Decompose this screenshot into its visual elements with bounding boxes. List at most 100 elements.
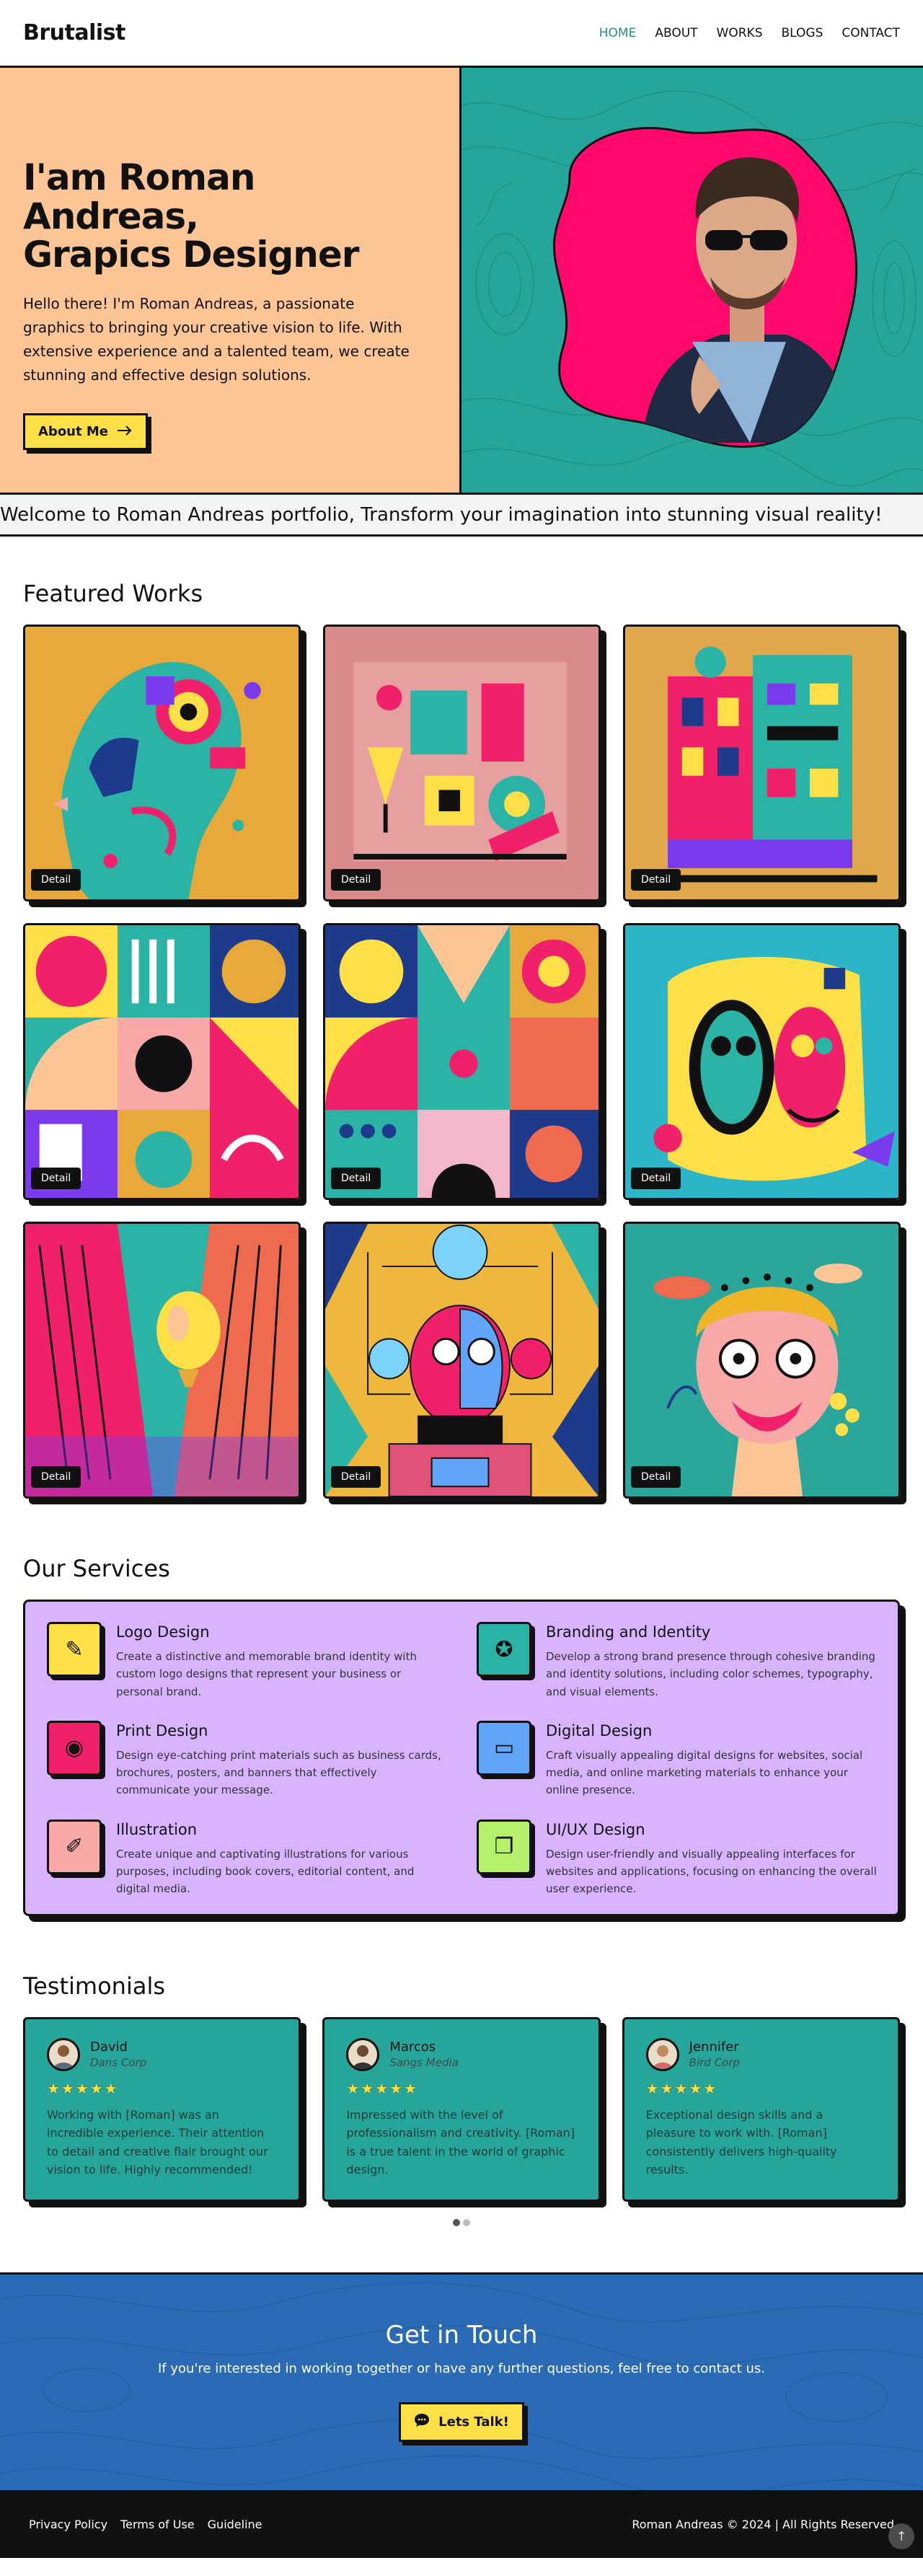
work-card[interactable]: Detail [623, 625, 901, 901]
abstract-face-cyan-image [625, 925, 898, 1198]
site-logo[interactable]: Brutalist [23, 20, 125, 45]
services-title: Our Services [23, 1555, 170, 1582]
service-desc: Design user-friendly and visually appeal… [546, 1847, 877, 1896]
testimonials-section: Testimonials David Dans Corp ★★★★★ Workin… [0, 1972, 923, 2227]
testimonial-name: David [90, 2039, 128, 2055]
carousel-dot-active[interactable] [453, 2219, 460, 2227]
nav-link-contact[interactable]: CONTACT [842, 26, 900, 40]
service-desc: Create unique and captivating illustrati… [116, 1847, 415, 1896]
nav-link-works[interactable]: WORKS [717, 26, 763, 40]
services-section: Our Services ✎ Logo Design Create a disti… [0, 1555, 923, 1916]
work-card[interactable]: Detail [23, 625, 301, 901]
testimonials-carousel[interactable]: David Dans Corp ★★★★★ Working with [Roman… [23, 2016, 900, 2202]
detail-button[interactable]: Detail [331, 1466, 381, 1488]
man-with-glasses-illustration-image [625, 1224, 898, 1496]
city-towers-balloon-image [25, 1224, 299, 1496]
pink-geometric-pattern-image [25, 925, 299, 1198]
hero-title: I'am Roman Andreas, Grapics Designer [23, 156, 359, 275]
footer-links: Privacy Policy Terms of Use Guideline [29, 2518, 262, 2531]
services-list: ✎ Logo Design Create a distinctive and me… [23, 1600, 900, 1916]
contact-text: If you're interested in working together… [158, 2361, 765, 2377]
layers-icon: ❐ [477, 1819, 531, 1874]
star-rating: ★★★★★ [47, 2079, 119, 2097]
hero-text: Hello there! I'm Roman Andreas, a passio… [23, 294, 410, 384]
about-me-label: About Me [38, 423, 108, 439]
work-card[interactable]: Detail [323, 923, 601, 1200]
footer-link-privacy[interactable]: Privacy Policy [29, 2518, 107, 2531]
work-card[interactable]: Detail [623, 923, 901, 1200]
service-item: ◉ Print Design Design eye-catching print … [47, 1720, 448, 1799]
detail-button[interactable]: Detail [31, 869, 81, 891]
about-me-button[interactable]: About Me [23, 413, 148, 450]
work-card[interactable]: Detail [623, 1222, 901, 1499]
lets-talk-label: Lets Talk! [438, 2414, 509, 2430]
nav-link-blogs[interactable]: BLOGS [782, 26, 823, 40]
service-item: ✎ Logo Design Create a distinctive and me… [47, 1622, 448, 1701]
service-item: ✐ Illustration Create unique and captivat… [47, 1819, 448, 1898]
detail-button[interactable]: Detail [331, 1168, 381, 1189]
testimonial-quote: Working with [Roman] was an incredible e… [47, 2107, 268, 2177]
colorful-building-image [625, 627, 898, 899]
contact-section: Get in Touch If you're interested in wor… [0, 2272, 923, 2491]
chat-bubble-icon [414, 2413, 430, 2431]
featured-works-section: Featured Works Detail Detail Detail Deta… [0, 580, 923, 1499]
brush-icon: ✐ [47, 1819, 102, 1874]
monitor-icon: ▭ [477, 1720, 531, 1776]
hero-portrait-image [462, 90, 923, 487]
avatar [47, 2037, 80, 2071]
work-card[interactable]: Detail [23, 923, 301, 1200]
carousel-dot[interactable] [463, 2219, 470, 2227]
footer-link-terms[interactable]: Terms of Use [120, 2518, 195, 2531]
pen-tool-icon: ✎ [47, 1622, 102, 1677]
detail-button[interactable]: Detail [631, 869, 681, 891]
robot-character-image [325, 1224, 599, 1496]
avatar [645, 2037, 679, 2071]
testimonial-name: Marcos [389, 2039, 436, 2055]
arrow-up-icon[interactable]: ↑ [888, 2523, 914, 2550]
nav-link-home[interactable]: HOME [599, 26, 637, 40]
detail-button[interactable]: Detail [631, 1168, 681, 1189]
service-name: UI/UX Design [546, 1820, 645, 1838]
top-nav: Brutalist HOME ABOUT WORKS BLOGS CONTACT [0, 0, 923, 68]
badge-icon: ✪ [477, 1622, 531, 1677]
service-item: ▭ Digital Design Craft visually appealing… [477, 1720, 878, 1799]
testimonial-name: Jennifer [689, 2039, 739, 2055]
service-desc: Design eye-catching print materials such… [116, 1748, 441, 1797]
service-name: Branding and Identity [546, 1623, 711, 1641]
service-name: Digital Design [546, 1721, 653, 1739]
testimonial-card: David Dans Corp ★★★★★ Working with [Roman… [23, 2016, 301, 2202]
lets-talk-button[interactable]: Lets Talk! [399, 2402, 524, 2443]
work-card[interactable]: Detail [323, 625, 601, 901]
abstract-head-profile-image [25, 627, 299, 899]
testimonials-title: Testimonials [23, 1972, 165, 2000]
service-desc: Create a distinctive and memorable brand… [116, 1650, 417, 1698]
carousel-dots [23, 2219, 900, 2227]
welcome-marquee: Welcome to Roman Andreas portfolio, Tran… [0, 495, 923, 537]
service-desc: Develop a strong brand presence through … [546, 1650, 875, 1698]
work-card[interactable]: Detail [323, 1222, 601, 1499]
testimonial-quote: Impressed with the level of professional… [346, 2107, 575, 2177]
detail-button[interactable]: Detail [31, 1466, 81, 1488]
arrow-right-icon [117, 424, 133, 439]
detail-button[interactable]: Detail [331, 869, 381, 891]
star-rating: ★★★★★ [346, 2079, 418, 2097]
works-grid: Detail Detail Detail Detail Detail Detai… [23, 625, 901, 1499]
detail-button[interactable]: Detail [631, 1466, 681, 1488]
testimonial-company: Dans Corp [90, 2056, 147, 2070]
footer-link-guideline[interactable]: Guideline [208, 2518, 262, 2531]
service-desc: Craft visually appealing digital designs… [546, 1748, 863, 1797]
avatar [346, 2037, 380, 2071]
copyright-text: Roman Andreas © 2024 | All Rights Reserv… [632, 2517, 894, 2531]
testimonial-card: Jennifer Bird Corp ★★★★★ Exceptional desi… [622, 2016, 900, 2202]
nav-link-about[interactable]: ABOUT [655, 26, 697, 40]
nav-links: HOME ABOUT WORKS BLOGS CONTACT [599, 26, 900, 40]
service-item: ✪ Branding and Identity Develop a strong … [477, 1622, 878, 1701]
testimonial-company: Bird Corp [689, 2056, 740, 2070]
bauhaus-shapes-image [325, 925, 599, 1198]
hero-section: I'am Roman Andreas, Grapics Designer Hel… [0, 68, 923, 495]
detail-button[interactable]: Detail [31, 1168, 81, 1189]
work-card[interactable]: Detail [23, 1222, 301, 1499]
site-footer: Privacy Policy Terms of Use Guideline Ro… [0, 2490, 923, 2559]
hero-intro: I'am Roman Andreas, Grapics Designer Hel… [0, 68, 462, 493]
service-name: Illustration [116, 1820, 198, 1838]
